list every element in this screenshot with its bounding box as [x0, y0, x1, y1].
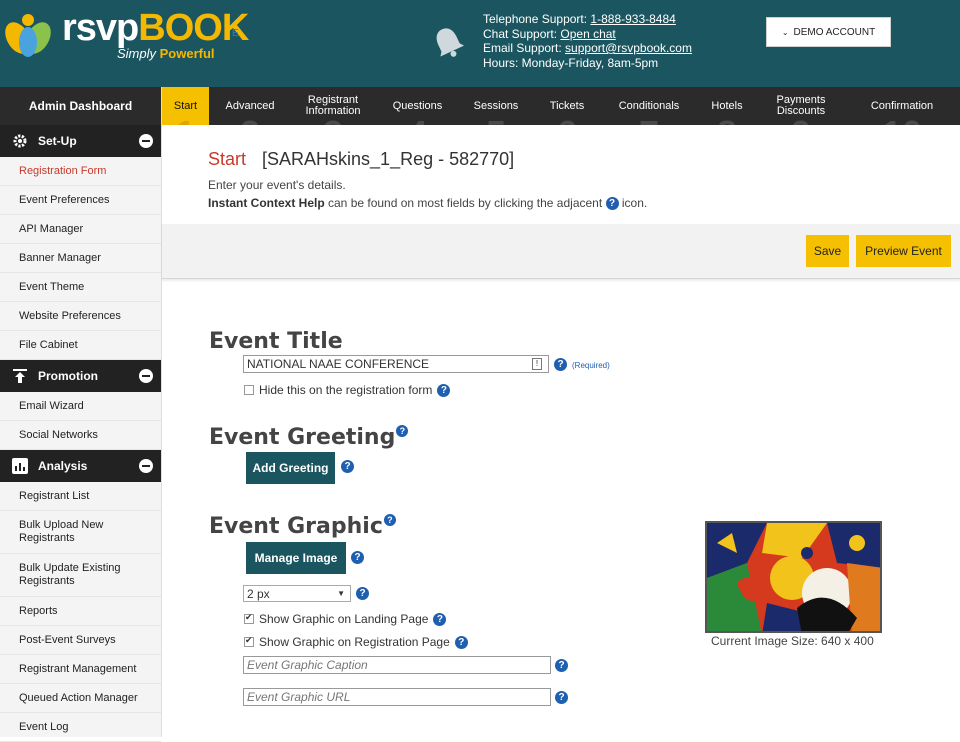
collapse-icon[interactable]	[139, 134, 153, 148]
collapse-icon[interactable]	[139, 459, 153, 473]
sidebar-item-email-wizard[interactable]: Email Wizard	[0, 392, 161, 421]
intro-text: Enter your event's details.	[208, 178, 346, 192]
gear-icon	[13, 134, 27, 148]
border-size-select[interactable]: 2 px ▼	[243, 585, 351, 602]
event-graphic-heading: Event Graphic?	[209, 514, 396, 539]
tab-registrant-information[interactable]: 3Registrant Information	[291, 87, 375, 126]
sidebar: Admin Dashboard Set-Up Registration Form…	[0, 87, 162, 742]
help-icon[interactable]: ?	[351, 551, 364, 564]
sidebar-item-banner-manager[interactable]: Banner Manager	[0, 244, 161, 273]
sidebar-item-website-preferences[interactable]: Website Preferences	[0, 302, 161, 331]
tab-hotels[interactable]: 8Hotels	[696, 87, 758, 125]
header-bar: rsvpBOOK Simply Powerful E Telephone Sup…	[0, 0, 960, 87]
help-icon[interactable]: ?	[356, 587, 369, 600]
sidebar-item-file-cabinet[interactable]: File Cabinet	[0, 331, 161, 360]
checkbox[interactable]	[244, 635, 254, 647]
tab-conditionals[interactable]: 7Conditionals	[602, 87, 696, 125]
graphic-caption-input[interactable]: Event Graphic Caption	[243, 656, 551, 674]
event-title-heading: Event Title	[209, 329, 343, 354]
event-graphic-image	[705, 521, 882, 633]
image-size-label: Current Image Size: 640 x 400	[711, 634, 874, 648]
bell-icon[interactable]	[430, 24, 466, 60]
open-chat-link[interactable]: Open chat	[560, 27, 615, 41]
event-greeting-heading: Event Greeting?	[209, 425, 409, 450]
tab-sessions[interactable]: 5Sessions	[460, 87, 532, 125]
graphic-url-input[interactable]: Event Graphic URL	[243, 688, 551, 706]
help-icon[interactable]: ?	[555, 691, 568, 704]
show-registration-checkbox[interactable]: Show Graphic on Registration Page?	[244, 635, 468, 649]
help-icon[interactable]: ?	[554, 358, 567, 371]
sidebar-item-event-log[interactable]: Event Log	[0, 713, 161, 742]
sidebar-item-api-manager[interactable]: API Manager	[0, 215, 161, 244]
sidebar-title[interactable]: Admin Dashboard	[0, 87, 161, 125]
sidebar-item-bulk-upload[interactable]: Bulk Upload New Registrants	[0, 511, 161, 554]
tab-start[interactable]: 1Start	[162, 87, 209, 125]
help-icon: ?	[605, 197, 619, 211]
sidebar-item-event-preferences[interactable]: Event Preferences	[0, 186, 161, 215]
support-info: Telephone Support: 1-888-933-8484 Chat S…	[483, 12, 692, 70]
tab-tickets[interactable]: 6Tickets	[532, 87, 602, 125]
checkbox[interactable]	[244, 612, 254, 624]
step-tabs: 1Start 2Advanced 3Registrant Information…	[162, 87, 960, 125]
logo-text: rsvpBOOK	[62, 7, 249, 49]
abstract-art-image	[707, 523, 880, 631]
demo-account-button[interactable]: ⌄ DEMO ACCOUNT	[766, 17, 891, 47]
sidebar-section-promotion[interactable]: Promotion	[0, 360, 161, 392]
logo-tagline: Simply Powerful	[117, 46, 215, 61]
tab-advanced[interactable]: 2Advanced	[209, 87, 291, 125]
tab-confirmation[interactable]: 10Confirmation	[844, 87, 960, 125]
sidebar-item-social-networks[interactable]: Social Networks	[0, 421, 161, 450]
sidebar-item-post-event-surveys[interactable]: Post-Event Surveys	[0, 626, 161, 655]
sidebar-item-registration-form[interactable]: Registration Form	[0, 157, 161, 186]
hide-title-checkbox[interactable]: Hide this on the registration form?	[244, 383, 451, 397]
sidebar-item-queued-action-manager[interactable]: Queued Action Manager	[0, 684, 161, 713]
tab-payments-discounts[interactable]: 9Payments Discounts	[758, 87, 844, 126]
page-title: Start [SARAHskins_1_Reg - 582770]	[208, 149, 515, 169]
upload-icon	[13, 369, 27, 383]
help-icon[interactable]: ?	[433, 612, 447, 626]
checkbox[interactable]	[244, 385, 254, 395]
sidebar-section-analysis[interactable]: Analysis	[0, 450, 161, 482]
help-icon[interactable]: ?	[341, 460, 354, 473]
add-greeting-button[interactable]: Add Greeting	[246, 452, 335, 484]
bar-chart-icon	[12, 458, 28, 474]
sidebar-section-setup[interactable]: Set-Up	[0, 125, 161, 157]
help-icon[interactable]: ?	[437, 383, 451, 397]
action-toolbar: Save Preview Event	[162, 224, 960, 279]
support-phone-link[interactable]: 1-888-933-8484	[590, 12, 675, 26]
chevron-down-icon: ⌄	[781, 27, 789, 37]
tab-questions[interactable]: 4Questions	[375, 87, 460, 125]
sidebar-item-event-theme[interactable]: Event Theme	[0, 273, 161, 302]
chevron-down-icon: ▼	[337, 589, 345, 598]
sidebar-item-bulk-update[interactable]: Bulk Update Existing Registrants	[0, 554, 161, 597]
sidebar-item-registrant-management[interactable]: Registrant Management	[0, 655, 161, 684]
sidebar-item-registrant-list[interactable]: Registrant List	[0, 482, 161, 511]
text-format-icon[interactable]: !	[532, 358, 542, 370]
required-label: (Required)	[572, 361, 610, 370]
save-button[interactable]: Save	[806, 235, 849, 267]
help-icon[interactable]: ?	[454, 635, 468, 649]
event-title-input[interactable]: NATIONAL NAAE CONFERENCE!	[243, 355, 549, 373]
show-landing-checkbox[interactable]: Show Graphic on Landing Page?	[244, 612, 447, 626]
preview-event-button[interactable]: Preview Event	[856, 235, 951, 267]
help-icon[interactable]: ?	[383, 514, 396, 526]
help-icon[interactable]: ?	[396, 425, 409, 437]
logo-e-mark: E	[232, 28, 239, 39]
help-icon[interactable]: ?	[555, 659, 568, 672]
help-hint-text: Instant Context Help can be found on mos…	[208, 196, 648, 211]
collapse-icon[interactable]	[139, 369, 153, 383]
manage-image-button[interactable]: Manage Image	[246, 542, 346, 574]
support-email-link[interactable]: support@rsvpbook.com	[565, 41, 692, 55]
logo-icon	[5, 14, 51, 57]
sidebar-item-reports[interactable]: Reports	[0, 597, 161, 626]
